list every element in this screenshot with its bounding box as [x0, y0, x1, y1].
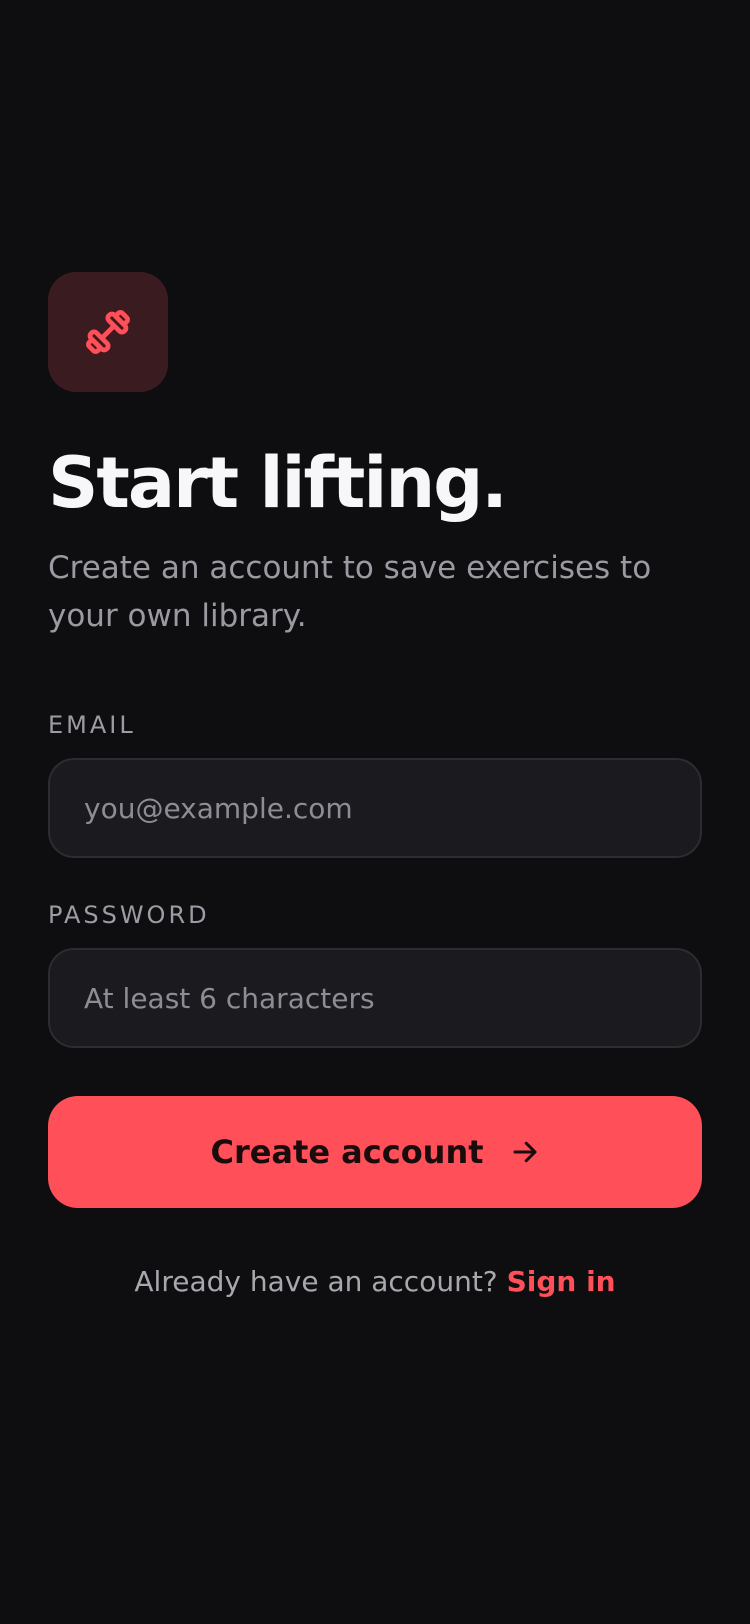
- signin-prompt-text: Already have an account?: [134, 1265, 498, 1298]
- create-account-button[interactable]: Create account: [48, 1096, 702, 1208]
- app-logo: [48, 272, 168, 392]
- password-field[interactable]: [48, 948, 702, 1048]
- signin-prompt-row: Already have an account? Sign in: [48, 1264, 702, 1300]
- sign-in-link[interactable]: Sign in: [507, 1265, 616, 1298]
- page-title: Start lifting.: [48, 442, 508, 524]
- arrow-right-icon: [510, 1137, 540, 1167]
- email-field[interactable]: [48, 758, 702, 858]
- email-label: EMAIL: [48, 711, 136, 739]
- signup-screen: Start lifting. Create an account to save…: [48, 272, 702, 1300]
- password-label: PASSWORD: [48, 901, 210, 929]
- create-account-button-label: Create account: [210, 1133, 484, 1171]
- page-subtitle: Create an account to save exercises to y…: [48, 550, 652, 634]
- dumbbell-icon: [78, 302, 138, 362]
